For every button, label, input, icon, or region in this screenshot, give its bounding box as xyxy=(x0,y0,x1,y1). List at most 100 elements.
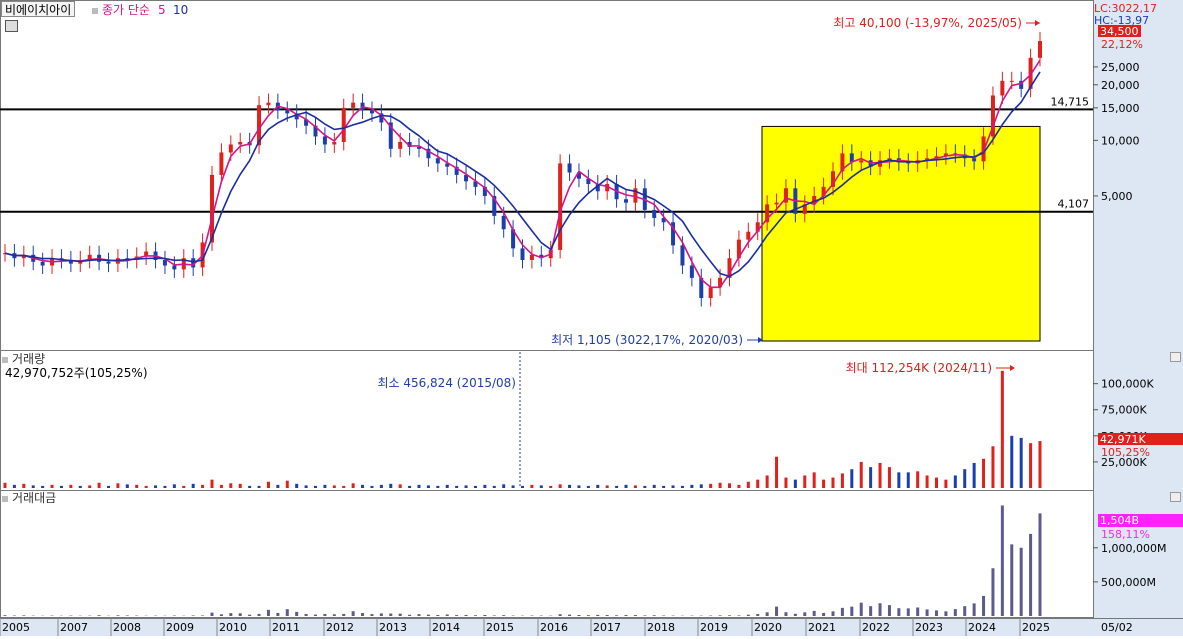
x-tick-label: 2024 xyxy=(968,621,996,634)
candle-body xyxy=(351,103,355,108)
volume-bar xyxy=(775,457,778,488)
volume-title: 거래량 xyxy=(12,352,45,366)
volume-bar xyxy=(568,485,571,488)
candle-body xyxy=(332,142,336,144)
ma10-legend: 10 xyxy=(173,2,188,18)
value-bar xyxy=(276,613,279,616)
volume-bar xyxy=(784,478,787,488)
volume-bar xyxy=(220,485,223,488)
volume-y-tick-label: 100,000K xyxy=(1101,378,1154,391)
value-bar xyxy=(803,612,806,616)
volume-bar xyxy=(79,486,82,488)
value-panel-title[interactable]: 거래대금 xyxy=(2,491,56,505)
x-tick-label: 2009 xyxy=(166,621,194,634)
y-tick-label: 25,000 xyxy=(1101,61,1140,74)
volume-bar xyxy=(116,483,119,488)
value-bar xyxy=(342,614,345,616)
value-bar xyxy=(737,615,740,616)
volume-bar xyxy=(587,486,590,488)
value-bar xyxy=(239,613,242,616)
volume-bar xyxy=(625,485,628,488)
value-bar xyxy=(935,610,938,616)
volume-bar xyxy=(1020,438,1023,488)
x-tick-label: 2012 xyxy=(326,621,354,634)
value-bar xyxy=(229,613,232,616)
volume-bar xyxy=(286,481,289,488)
support-line-label: 4,107 xyxy=(1058,198,1090,211)
volume-bar xyxy=(559,484,562,488)
x-tick-label: 2023 xyxy=(915,621,943,634)
candle-body xyxy=(41,262,45,266)
volume-bar xyxy=(418,485,421,488)
chart-canvas: 14,7154,1075,00010,00015,00020,00025,000… xyxy=(0,0,1183,636)
volume-bar xyxy=(596,485,599,488)
candle-body xyxy=(323,136,327,144)
volume-bar xyxy=(305,485,308,488)
value-close-icon[interactable] xyxy=(1170,492,1181,502)
value-bar xyxy=(474,615,477,616)
volume-bar xyxy=(192,484,195,488)
volume-bar xyxy=(991,446,994,488)
value-bar xyxy=(408,615,411,616)
volume-bar xyxy=(1039,441,1042,488)
volume-bar xyxy=(201,485,204,488)
volume-bar xyxy=(672,485,675,488)
value-bar xyxy=(963,606,966,616)
value-bar xyxy=(559,614,562,616)
volume-panel-title[interactable]: 거래량 xyxy=(2,352,45,366)
stock-name-box[interactable]: 비에이치아이 xyxy=(1,1,75,17)
volume-bar xyxy=(88,485,91,488)
volume-bar xyxy=(954,475,957,488)
candle-body xyxy=(775,203,779,205)
candle-body xyxy=(624,199,628,202)
ma-legend[interactable]: 종가 단순 xyxy=(92,2,150,18)
volume-bar xyxy=(888,467,891,488)
value-bar xyxy=(747,615,750,616)
volume-bar xyxy=(747,482,750,488)
volume-bar xyxy=(211,480,214,488)
value-bar xyxy=(775,607,778,616)
volume-bar xyxy=(907,472,910,488)
value-bar xyxy=(483,615,486,616)
volume-bar xyxy=(229,483,232,488)
volume-bar xyxy=(474,486,477,488)
volume-bar xyxy=(60,486,63,488)
ma-legend-label: 종가 단순 xyxy=(102,3,150,17)
y-tick-label: 5,000 xyxy=(1101,190,1133,203)
volume-bar xyxy=(182,486,185,488)
x-tick-label: 2016 xyxy=(540,621,568,634)
candle-body xyxy=(219,152,223,174)
value-bar xyxy=(596,615,599,616)
legend-swatch-icon xyxy=(92,8,98,14)
volume-bar xyxy=(370,486,373,488)
x-tick-label: 2018 xyxy=(647,621,675,634)
volume-bar xyxy=(700,484,703,488)
volume-bar xyxy=(173,484,176,488)
volume-bar xyxy=(1029,443,1032,488)
volume-bar xyxy=(935,478,938,488)
volume-bar xyxy=(258,486,261,488)
volume-bar xyxy=(446,485,449,488)
candle-body xyxy=(342,108,346,142)
volume-bar xyxy=(399,484,402,488)
value-bar xyxy=(813,611,816,616)
value-bar xyxy=(568,615,571,616)
value-bar xyxy=(314,615,317,616)
candle-body xyxy=(746,232,750,240)
volume-close-icon[interactable] xyxy=(1170,352,1181,362)
volume-bar xyxy=(1001,371,1004,488)
volume-bar xyxy=(135,485,138,488)
value-bar xyxy=(323,614,326,616)
volume-bar xyxy=(333,485,336,488)
value-bar xyxy=(286,609,289,616)
panel-square-icon xyxy=(2,357,8,363)
value-bar xyxy=(991,568,994,616)
volume-min-annotation: 최소 456,824 (2015/08) xyxy=(377,376,516,390)
value-bar xyxy=(465,615,468,616)
grid-icon[interactable] xyxy=(5,20,18,32)
value-bar xyxy=(1039,513,1042,616)
value-bar xyxy=(841,608,844,616)
candle-body xyxy=(107,262,111,264)
volume-bar xyxy=(51,485,54,488)
value-bar xyxy=(653,615,656,616)
